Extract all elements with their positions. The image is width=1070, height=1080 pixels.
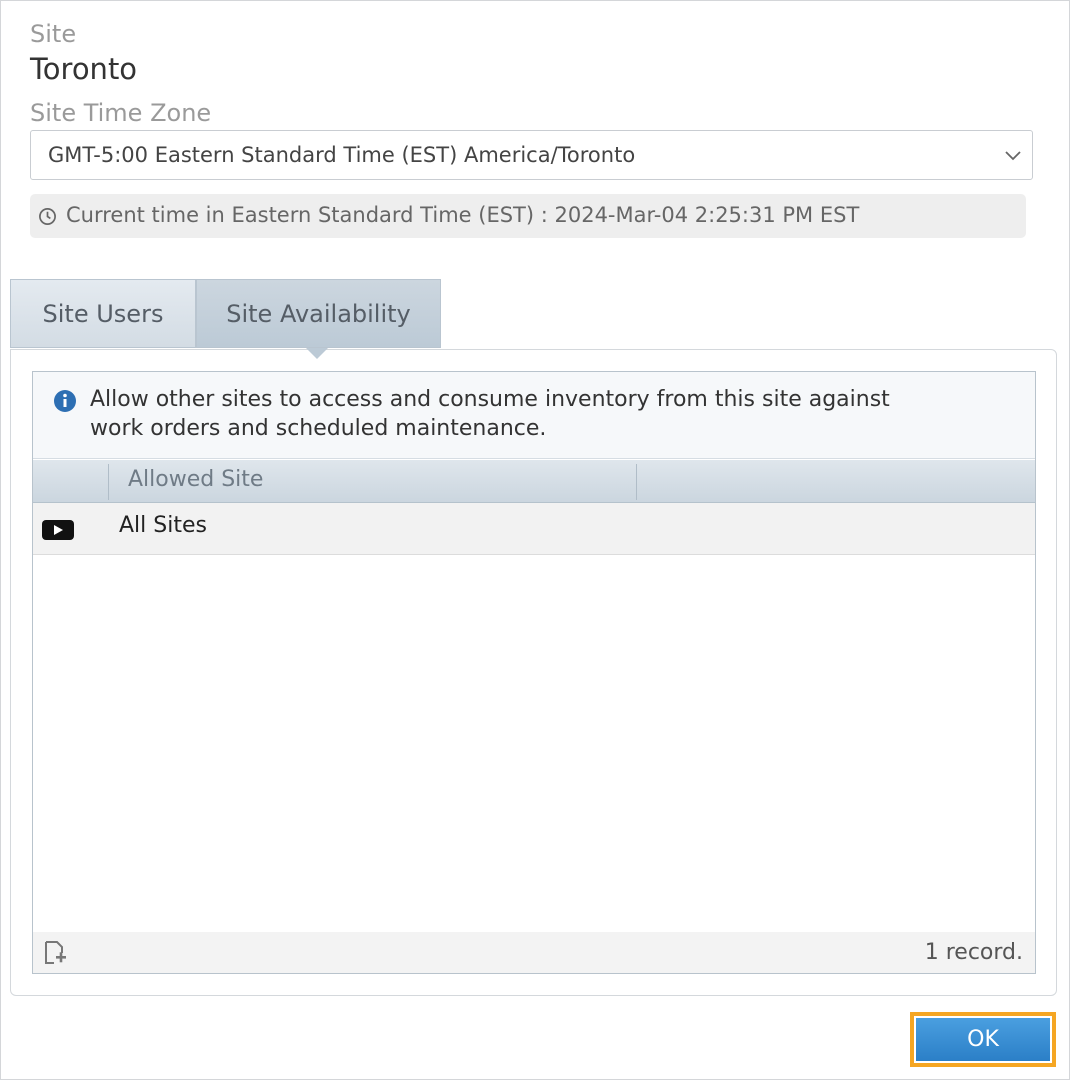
- column-separator: [108, 464, 109, 500]
- info-icon: [54, 390, 76, 412]
- chevron-down-icon: [1005, 151, 1021, 161]
- site-name: Toronto: [30, 52, 138, 86]
- column-separator: [636, 464, 637, 500]
- add-record-icon[interactable]: [41, 939, 69, 967]
- info-message: Allow other sites to access and consume …: [33, 372, 1035, 459]
- ok-button-focus-ring: OK: [910, 1012, 1056, 1067]
- ok-button[interactable]: OK: [916, 1018, 1050, 1061]
- expand-row-icon[interactable]: [42, 520, 74, 540]
- column-header-allowed-site[interactable]: Allowed Site: [128, 467, 263, 492]
- record-count: 1 record.: [924, 940, 1023, 965]
- table-row[interactable]: All Sites: [33, 503, 1035, 555]
- tab-site-availability[interactable]: Site Availability: [196, 279, 441, 348]
- tab-bar: Site Users Site Availability: [10, 279, 441, 349]
- tab-site-users[interactable]: Site Users: [10, 279, 196, 348]
- grid-footer: 1 record.: [33, 932, 1035, 973]
- grid-header: Allowed Site: [33, 460, 1035, 503]
- allowed-sites-grid: Allow other sites to access and consume …: [32, 371, 1036, 974]
- site-label: Site: [30, 20, 77, 48]
- current-time-text: Current time in Eastern Standard Time (E…: [66, 203, 860, 227]
- time-zone-value: GMT-5:00 Eastern Standard Time (EST) Ame…: [48, 143, 636, 167]
- active-tab-pointer: [306, 348, 328, 359]
- current-time-bar: Current time in Eastern Standard Time (E…: [30, 194, 1026, 238]
- time-zone-select[interactable]: GMT-5:00 Eastern Standard Time (EST) Ame…: [30, 130, 1033, 180]
- allowed-site-cell: All Sites: [119, 513, 207, 538]
- time-zone-label: Site Time Zone: [30, 99, 212, 127]
- info-text: Allow other sites to access and consume …: [90, 387, 890, 441]
- clock-icon: [39, 208, 56, 225]
